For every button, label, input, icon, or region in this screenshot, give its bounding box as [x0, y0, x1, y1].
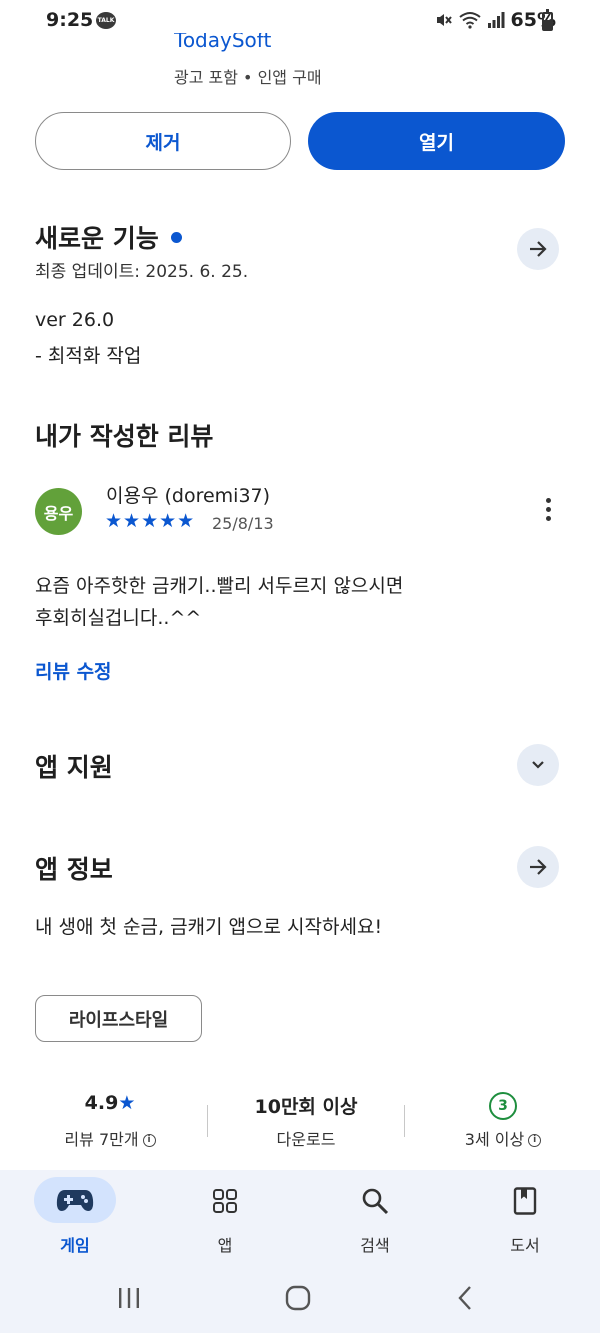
nav-label-apps: 앱 [217, 1236, 233, 1255]
my-review-title: 내가 작성한 리뷰 [35, 422, 214, 451]
system-navigation-bar [0, 1265, 600, 1333]
nav-item-search[interactable]: 검색 [300, 1170, 450, 1265]
home-icon[interactable] [285, 1285, 311, 1311]
signal-icon [487, 12, 505, 28]
search-icon [362, 1188, 389, 1215]
star-rating: ★★★★★ [105, 510, 196, 532]
whats-new-title: 새로운 기능 [35, 219, 182, 255]
more-options-icon[interactable] [538, 498, 558, 526]
age-badge-icon: 3 [489, 1092, 517, 1120]
review-text-line-1: 요즘 아주핫한 금캐기..빨리 서두르지 않으시면 [35, 575, 404, 597]
rating-value: 4.9 [84, 1092, 119, 1114]
edit-review-link[interactable]: 리뷰 수정 [35, 657, 112, 684]
status-icons: 65% [435, 9, 556, 31]
nav-label-games: 게임 [60, 1236, 90, 1255]
info-icon: i [142, 1134, 156, 1147]
age-label: 3세 이상 [464, 1130, 525, 1149]
downloads-stat: 10만회 이상 다운로드 [216, 1092, 396, 1150]
divider [404, 1105, 405, 1137]
avatar: 용우 [35, 488, 82, 535]
review-count: 리뷰 7만개 [64, 1130, 139, 1149]
app-info-title: 앱 정보 [35, 855, 113, 884]
whats-new-arrow-button[interactable] [517, 228, 559, 270]
app-info-arrow-button[interactable] [517, 846, 559, 888]
review-count-row: 리뷰 7만개 i [20, 1126, 200, 1150]
nav-item-apps[interactable]: 앱 [150, 1170, 300, 1265]
status-bar: 9:25 TALK 65% [0, 0, 600, 44]
review-date: 25/8/13 [212, 514, 274, 533]
divider [207, 1105, 208, 1137]
star-icon: ★ [118, 1092, 136, 1114]
wifi-icon [458, 12, 481, 29]
downloads-label: 다운로드 [276, 1130, 336, 1149]
age-badge-row: 3 [413, 1092, 593, 1120]
apps-grid-icon [213, 1189, 237, 1213]
gamepad-icon [56, 1190, 94, 1211]
downloads-value: 10만회 이상 [254, 1096, 358, 1118]
arrow-right-icon [530, 241, 547, 257]
developer-name[interactable]: TodaySoft [174, 33, 271, 53]
arrow-right-icon [530, 859, 547, 875]
app-subtitle: 광고 포함 • 인앱 구매 [174, 68, 322, 87]
nav-item-games[interactable]: 게임 [0, 1170, 150, 1265]
chevron-down-icon [532, 761, 544, 769]
app-support-expand-button[interactable] [517, 744, 559, 786]
mute-icon [436, 14, 452, 26]
book-icon [513, 1187, 537, 1215]
new-dot-icon [170, 231, 182, 243]
recent-apps-icon[interactable] [117, 1287, 141, 1309]
age-label-row: 3세 이상 i [413, 1126, 593, 1150]
bottom-navigation: 게임 앱 검색 도서 [0, 1170, 600, 1265]
nav-item-books[interactable]: 도서 [450, 1170, 600, 1265]
app-support-title: 앱 지원 [35, 753, 113, 782]
uninstall-button[interactable]: 제거 [35, 112, 291, 170]
status-time: 9:25 [46, 9, 94, 31]
battery-icon [542, 9, 553, 31]
rating-value-row: 4.9★ [20, 1092, 200, 1120]
rating-stat[interactable]: 4.9★ 리뷰 7만개 i [20, 1092, 200, 1150]
app-description: 내 생애 첫 순금, 금캐기 앱으로 시작하세요! [35, 916, 383, 938]
last-updated: 최종 업데이트: 2025. 6. 25. [35, 262, 249, 282]
release-notes: - 최적화 작업 [35, 345, 142, 367]
back-icon[interactable] [457, 1285, 473, 1311]
kakaotalk-notification-icon: TALK [96, 12, 116, 29]
nav-label-search: 검색 [360, 1236, 390, 1255]
reviewer-name: 이용우 (doremi37) [106, 485, 271, 507]
age-rating-stat[interactable]: 3 3세 이상 i [413, 1092, 593, 1150]
review-text: 요즘 아주핫한 금캐기..빨리 서두르지 않으시면 후회히실겁니다..^^ [35, 570, 555, 634]
info-icon: i [528, 1134, 542, 1147]
review-text-line-2: 후회히실겁니다..^^ [35, 607, 202, 629]
open-button[interactable]: 열기 [308, 112, 565, 170]
version-text: ver 26.0 [35, 309, 115, 331]
whats-new-title-text: 새로운 기능 [35, 224, 159, 253]
nav-label-books: 도서 [510, 1236, 540, 1255]
category-chip[interactable]: 라이프스타일 [35, 995, 202, 1042]
